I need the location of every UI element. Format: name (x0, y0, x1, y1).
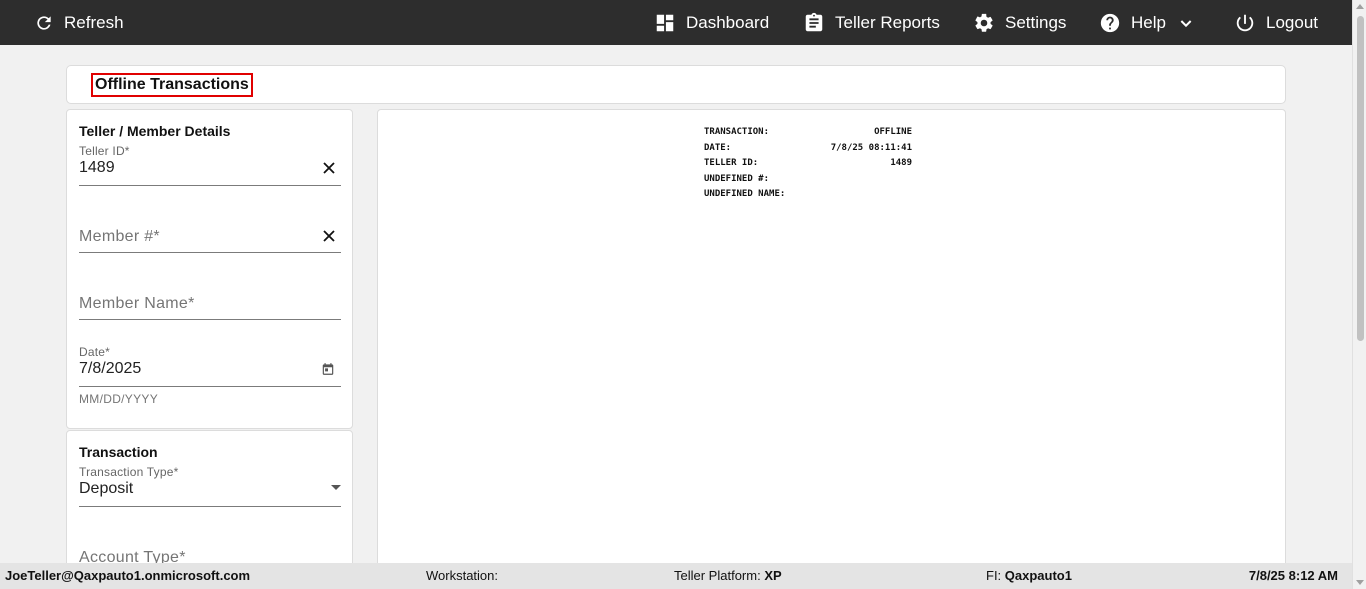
teller-id-value[interactable]: 1489 (79, 159, 115, 177)
workstation-label: Workstation: (426, 568, 499, 583)
help-circle-icon (1099, 12, 1121, 34)
status-fi: FI: Qaxpauto1 (986, 563, 1072, 589)
member-details-title: Teller / Member Details (79, 123, 231, 139)
calendar-icon[interactable] (321, 362, 335, 376)
settings-label: Settings (1005, 12, 1067, 32)
member-number-placeholder[interactable]: Member #* (79, 228, 160, 246)
receipt-line: UNDEFINED #: (704, 172, 912, 188)
date-label: Date* (79, 345, 111, 359)
clear-member-number-icon[interactable] (323, 230, 335, 242)
gear-icon (973, 12, 995, 34)
receipt-preview-panel: TRANSACTION: OFFLINE DATE: 7/8/25 08:11:41 T… (377, 109, 1286, 569)
receipt-line-value: OFFLINE (874, 127, 912, 137)
dashboard-icon (654, 12, 676, 34)
dashboard-button[interactable]: Dashboard (654, 0, 769, 45)
status-bar: JoeTeller@Qaxpauto1.onmicrosoft.com Work… (0, 563, 1352, 589)
fi-label: FI: (986, 568, 1002, 583)
transaction-type-label: Transaction Type* (79, 465, 179, 479)
member-name-field[interactable]: Member Name* (79, 287, 341, 320)
top-navigation-bar: Refresh Dashboard Teller Reports Setting… (0, 0, 1366, 45)
transaction-card: Transaction Transaction Type* Deposit Ac… (66, 430, 353, 570)
receipt-line: TRANSACTION: OFFLINE (704, 125, 912, 141)
receipt-line: UNDEFINED NAME: (704, 187, 912, 203)
date-value[interactable]: 7/8/2025 (79, 360, 141, 378)
refresh-label: Refresh (64, 12, 124, 32)
chevron-down-icon (1178, 15, 1194, 31)
teller-id-field[interactable]: Teller ID* 1489 (79, 144, 341, 186)
member-name-placeholder[interactable]: Member Name* (79, 295, 195, 313)
refresh-icon (34, 13, 54, 33)
page-header-card: Offline Transactions (66, 65, 1286, 104)
clear-teller-id-icon[interactable] (323, 162, 335, 174)
help-menu-button[interactable]: Help (1099, 0, 1194, 45)
scroll-up-arrow-icon[interactable] (1356, 4, 1364, 9)
fi-value: Qaxpauto1 (1004, 568, 1072, 583)
clipboard-icon (803, 12, 825, 34)
status-platform: Teller Platform: XP (674, 563, 782, 589)
receipt-line-label: TELLER ID: (704, 158, 759, 168)
settings-button[interactable]: Settings (973, 0, 1066, 45)
date-format-helper: MM/DD/YYYY (79, 392, 159, 406)
scrollbar-thumb[interactable] (1357, 16, 1364, 341)
transaction-type-select[interactable]: Transaction Type* Deposit (79, 465, 341, 507)
logout-button[interactable]: Logout (1234, 0, 1318, 45)
platform-label: Teller Platform: (674, 568, 761, 583)
receipt-line-label: UNDEFINED #: (704, 173, 770, 184)
member-number-field[interactable]: Member #* (79, 220, 341, 253)
transaction-title: Transaction (79, 444, 158, 460)
status-user: JoeTeller@Qaxpauto1.onmicrosoft.com (5, 568, 251, 583)
receipt-line-value: 7/8/25 08:11:41 (830, 142, 912, 153)
refresh-button[interactable]: Refresh (34, 0, 124, 45)
receipt-line: TELLER ID: 1489 (704, 156, 912, 172)
power-icon (1234, 12, 1256, 34)
status-datetime: 7/8/25 8:12 AM (1248, 568, 1338, 583)
receipt-line-value: 1489 (890, 158, 912, 168)
teller-id-label: Teller ID* (79, 144, 130, 158)
platform-value: XP (764, 568, 782, 583)
help-label: Help (1131, 12, 1166, 32)
dashboard-label: Dashboard (686, 12, 770, 32)
teller-reports-label: Teller Reports (835, 12, 940, 32)
teller-reports-button[interactable]: Teller Reports (803, 0, 940, 45)
page-title: Offline Transactions (91, 73, 253, 97)
vertical-scrollbar[interactable] (1352, 0, 1366, 589)
dropdown-arrow-icon[interactable] (331, 485, 341, 491)
status-workstation: Workstation: (426, 563, 498, 589)
member-details-card: Teller / Member Details Teller ID* 1489 … (66, 109, 353, 429)
receipt-line: DATE: 7/8/25 08:11:41 (704, 141, 912, 157)
transaction-type-value[interactable]: Deposit (79, 480, 133, 498)
receipt-line-label: TRANSACTION: (704, 127, 770, 137)
receipt-line-label: DATE: (704, 142, 732, 153)
receipt-body: TRANSACTION: OFFLINE DATE: 7/8/25 08:11:41 T… (704, 125, 912, 203)
scroll-down-arrow-icon[interactable] (1356, 580, 1364, 585)
receipt-line-label: UNDEFINED NAME: (704, 189, 786, 199)
logout-label: Logout (1266, 12, 1318, 32)
date-field[interactable]: Date* 7/8/2025 (79, 345, 341, 387)
